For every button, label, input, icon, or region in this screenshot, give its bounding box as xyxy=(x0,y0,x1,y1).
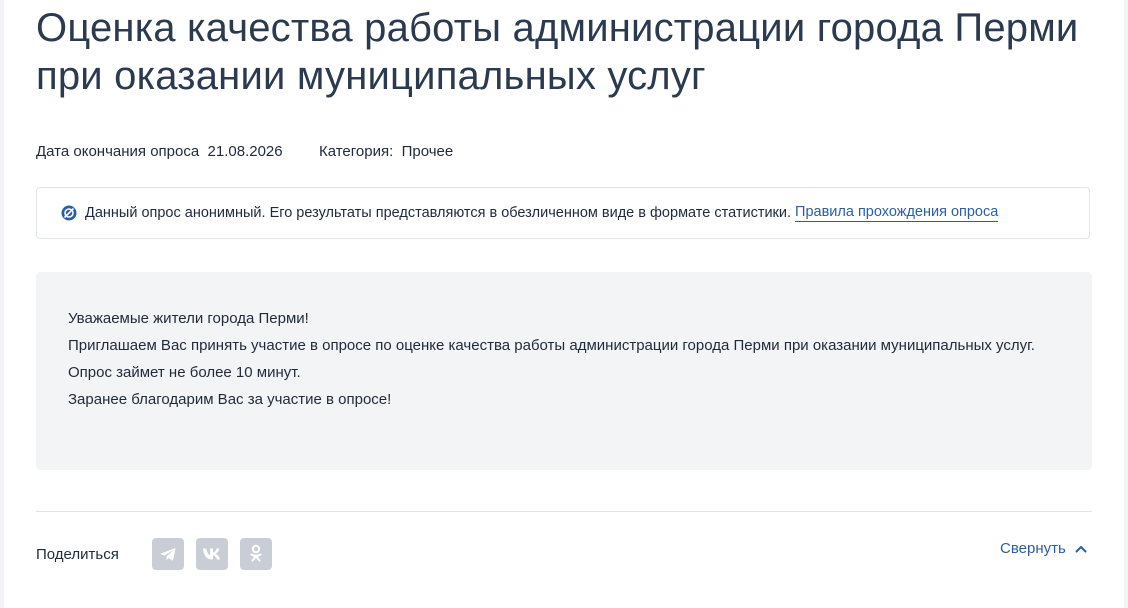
anonymous-icon xyxy=(61,205,77,221)
collapse-label: Свернуть xyxy=(1000,540,1066,557)
share-telegram-button[interactable] xyxy=(152,538,184,570)
share-label: Поделиться xyxy=(36,546,119,563)
anonymous-notice: Данный опрос анонимный. Его результаты п… xyxy=(36,187,1090,239)
chevron-up-icon xyxy=(1075,545,1087,553)
intro-duration: Опрос займет не более 10 минут. xyxy=(68,364,301,381)
notice-text: Данный опрос анонимный. Его результаты п… xyxy=(85,205,792,221)
survey-meta: Дата окончания опроса 21.08.2026 Категор… xyxy=(36,142,453,162)
survey-rules-link[interactable]: Правила прохождения опроса xyxy=(795,204,999,222)
end-date-value: 21.08.2026 xyxy=(207,143,283,160)
survey-card: Оценка качества работы администрации гор… xyxy=(4,0,1124,608)
divider xyxy=(36,511,1092,512)
category-value: Прочее xyxy=(401,143,454,160)
telegram-icon xyxy=(159,545,177,563)
odnoklassniki-icon xyxy=(249,544,263,564)
collapse-button[interactable]: Свернуть xyxy=(1000,539,1087,559)
intro-invitation: Приглашаем Вас принять участие в опросе … xyxy=(68,337,1035,354)
share-odnoklassniki-button[interactable] xyxy=(240,538,272,570)
vk-icon xyxy=(202,547,222,561)
intro-greeting: Уважаемые жители города Перми! xyxy=(68,310,309,327)
end-date-label: Дата окончания опроса xyxy=(36,143,200,160)
page-title: Оценка качества работы администрации гор… xyxy=(36,6,1079,98)
category-label: Категория: xyxy=(318,143,394,160)
survey-intro: Уважаемые жители города Перми! Приглашае… xyxy=(36,272,1092,470)
share-vk-button[interactable] xyxy=(196,538,228,570)
intro-thanks: Заранее благодарим Вас за участие в опро… xyxy=(68,391,392,408)
